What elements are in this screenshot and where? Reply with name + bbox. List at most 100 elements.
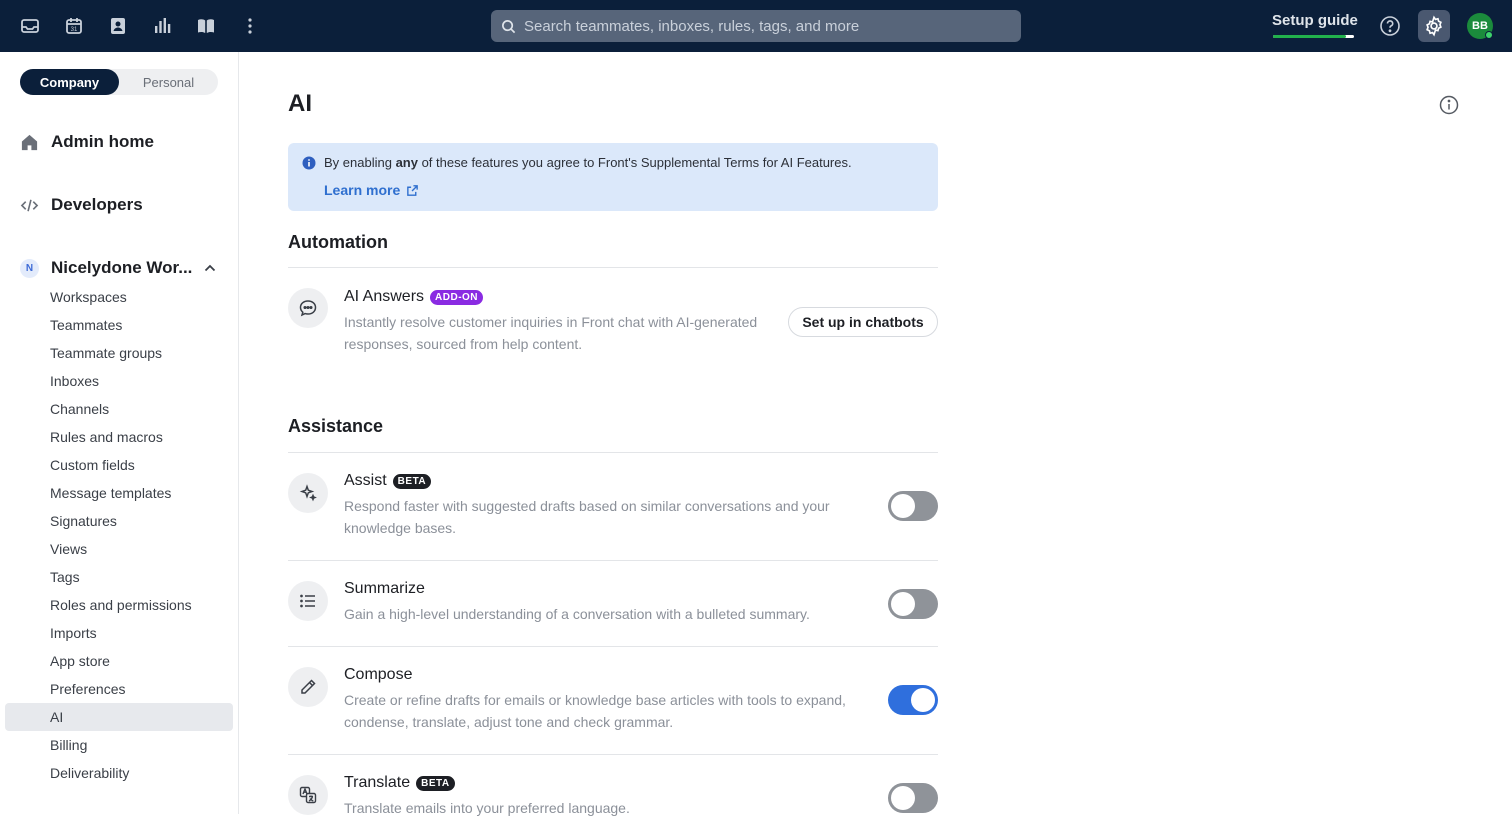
assist-description: Respond faster with suggested drafts bas…: [344, 498, 830, 536]
info-icon[interactable]: [1438, 94, 1460, 116]
notice-suffix: of these features you agree to Front's S…: [417, 155, 852, 170]
sidebar-item-views[interactable]: Views: [5, 535, 233, 563]
settings-button[interactable]: [1418, 10, 1450, 42]
workspace-name: Nicelydone Wor...: [51, 258, 193, 277]
feature-divider: [288, 560, 938, 561]
toggle-knob: [891, 592, 915, 616]
compose-label: Compose: [344, 666, 413, 683]
personal-tab[interactable]: Personal: [119, 69, 218, 95]
assist-feature-icon: [288, 473, 328, 513]
summarize-title: Summarize: [344, 580, 425, 598]
sidebar-item-inboxes[interactable]: Inboxes: [5, 367, 233, 395]
top-bar: 31 Setup guide BB: [0, 0, 1512, 52]
notice-text: By enabling any of these features you ag…: [324, 155, 852, 170]
summarize-toggle[interactable]: [888, 589, 938, 619]
search-input[interactable]: [524, 17, 1004, 35]
sidebar-item-app-store[interactable]: App store: [5, 647, 233, 675]
sidebar-item-rules-and-macros[interactable]: Rules and macros: [5, 423, 233, 451]
automation-heading: Automation: [288, 232, 388, 252]
translate-feature-icon: [288, 775, 328, 815]
translate-description: Translate emails into your preferred lan…: [344, 800, 630, 816]
sidebar-item-message-templates[interactable]: Message templates: [5, 479, 233, 507]
assistance-divider: [288, 452, 938, 453]
sidebar-item-custom-fields[interactable]: Custom fields: [5, 451, 233, 479]
toggle-knob: [911, 688, 935, 712]
gear-icon: [1426, 15, 1442, 37]
sidebar-item-deliverability[interactable]: Deliverability: [5, 759, 233, 787]
compose-toggle[interactable]: [888, 685, 938, 715]
developers-link[interactable]: Developers: [20, 193, 143, 217]
sidebar-item-billing[interactable]: Billing: [5, 731, 233, 759]
setup-progress-bar: [1273, 35, 1354, 38]
admin-home-link[interactable]: Admin home: [20, 130, 154, 154]
company-tab[interactable]: Company: [20, 69, 119, 95]
info-circle-icon: [302, 156, 316, 170]
translate-toggle[interactable]: [888, 783, 938, 813]
svg-text:31: 31: [71, 27, 78, 33]
sidebar-item-signatures[interactable]: Signatures: [5, 507, 233, 535]
compose-title: Compose: [344, 666, 412, 684]
workspace-section-header[interactable]: N Nicelydone Wor...: [20, 256, 192, 280]
feature-divider: [288, 754, 938, 755]
sidebar-item-roles-and-permissions[interactable]: Roles and permissions: [5, 591, 233, 619]
scope-switcher: Company Personal: [20, 69, 218, 95]
set-up-in-chatbots-button[interactable]: Set up in chatbots: [788, 307, 938, 337]
learn-more-link[interactable]: Learn more: [324, 182, 419, 198]
contacts-icon[interactable]: [106, 14, 130, 38]
page-title: AI: [288, 90, 312, 117]
online-status-dot: [1485, 31, 1493, 39]
admin-home-label: Admin home: [51, 132, 154, 151]
notice-prefix: By enabling: [324, 155, 396, 170]
chevron-up-icon[interactable]: [203, 261, 217, 275]
search-bar[interactable]: [491, 10, 1021, 42]
ai-terms-notice: By enabling any of these features you ag…: [288, 143, 938, 211]
translate-label: Translate: [344, 774, 411, 791]
inbox-icon[interactable]: [18, 14, 42, 38]
calendar-icon[interactable]: 31: [62, 14, 86, 38]
knowledge-base-icon[interactable]: [194, 14, 218, 38]
compose-description: Create or refine drafts for emails or kn…: [344, 692, 846, 730]
setup-progress-fill: [1273, 35, 1346, 38]
workspace-badge: N: [20, 258, 39, 278]
toggle-knob: [891, 786, 915, 810]
sidebar: Company Personal Admin home Developers N…: [0, 52, 239, 814]
beta-badge: BETA: [416, 775, 455, 791]
sidebar-item-ai[interactable]: AI: [5, 703, 233, 731]
feature-divider: [288, 646, 938, 647]
assistance-heading: Assistance: [288, 416, 384, 436]
compose-feature-icon: [288, 667, 328, 707]
ai-answers-title: AI Answers ADD-ON: [344, 288, 484, 306]
assist-label: Assist: [344, 472, 387, 489]
code-icon: [20, 199, 39, 211]
assist-title: Assist BETA: [344, 472, 432, 490]
automation-divider: [288, 267, 938, 268]
developers-label: Developers: [51, 195, 143, 214]
sidebar-item-tags[interactable]: Tags: [5, 563, 233, 591]
more-icon[interactable]: [238, 14, 262, 38]
addon-badge: ADD-ON: [430, 289, 484, 305]
ai-answers-label: AI Answers: [344, 288, 425, 305]
notice-emphasis: any: [395, 155, 418, 170]
beta-badge: BETA: [392, 473, 432, 489]
sidebar-item-channels[interactable]: Channels: [5, 395, 233, 423]
main-content: AI By enabling any of these features you…: [288, 52, 1512, 816]
toggle-knob: [891, 494, 915, 518]
home-icon: [21, 134, 38, 150]
external-link-icon: [407, 184, 419, 196]
sidebar-item-imports[interactable]: Imports: [5, 619, 233, 647]
sidebar-item-workspaces[interactable]: Workspaces: [5, 283, 233, 311]
learn-more-label: Learn more: [324, 182, 401, 198]
analytics-icon[interactable]: [150, 14, 174, 38]
summarize-feature-icon: [288, 581, 328, 621]
help-icon[interactable]: [1378, 14, 1402, 38]
setup-guide-label: Setup guide: [1272, 12, 1358, 29]
sidebar-item-teammates[interactable]: Teammates: [5, 311, 233, 339]
translate-title: Translate BETA: [344, 774, 455, 792]
chat-bubble-icon: [288, 288, 328, 328]
sidebar-item-preferences[interactable]: Preferences: [5, 675, 233, 703]
sidebar-item-teammate-groups[interactable]: Teammate groups: [5, 339, 233, 367]
assist-toggle[interactable]: [888, 491, 938, 521]
setup-guide-button[interactable]: Setup guide: [1272, 12, 1358, 40]
ai-answers-description: Instantly resolve customer inquiries in …: [344, 314, 758, 352]
search-icon: [502, 19, 516, 33]
